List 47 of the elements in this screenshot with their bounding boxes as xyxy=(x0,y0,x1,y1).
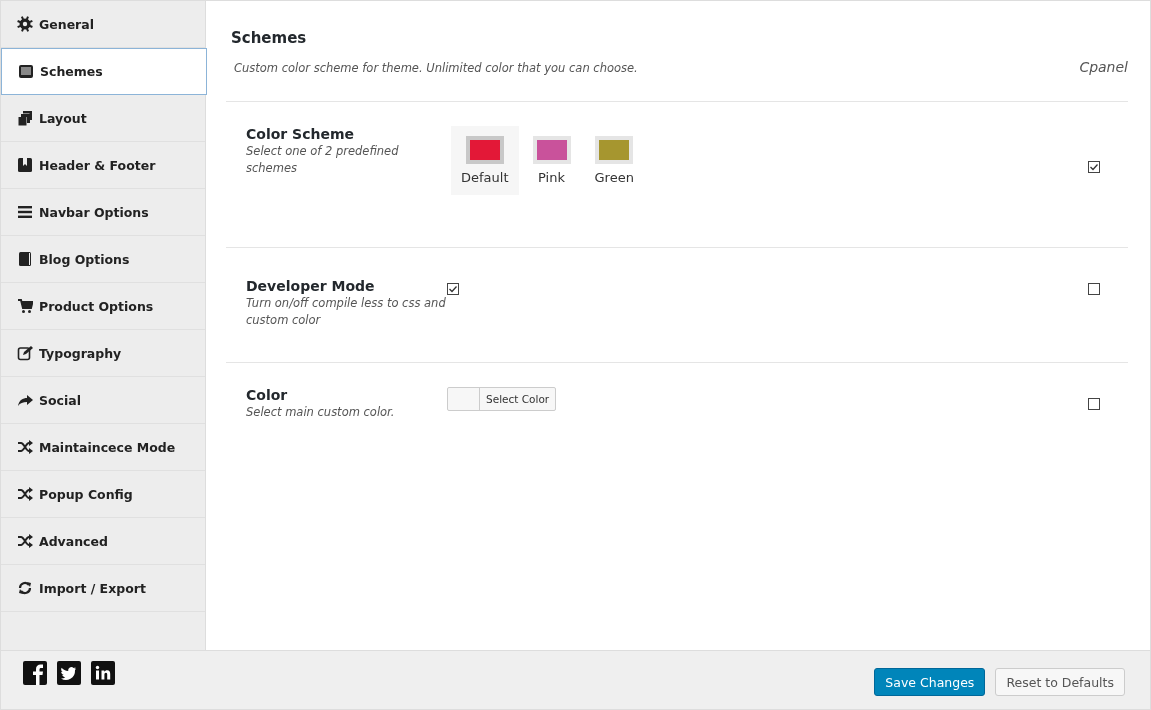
page-description: Custom color scheme for theme. Unlimited color that you can choose. xyxy=(234,61,638,75)
bookmark-icon xyxy=(17,157,33,173)
sidebar-item[interactable]: Typography xyxy=(1,330,205,377)
monitor-icon xyxy=(18,63,34,80)
cpanel-checkbox[interactable] xyxy=(1088,398,1100,410)
reset-button[interactable]: Reset to Defaults xyxy=(995,668,1125,696)
sidebar-item[interactable]: Header & Footer xyxy=(1,142,205,189)
color-scheme-option[interactable]: Default xyxy=(451,126,519,195)
cpanel-label: Cpanel xyxy=(1079,59,1128,75)
color-scheme-option[interactable]: Green xyxy=(584,126,644,195)
setting-description: Select one of 2 predefined schemes xyxy=(246,143,400,177)
bars-icon xyxy=(17,204,33,220)
setting-title: Developer Mode xyxy=(246,278,376,294)
sidebar-item[interactable]: Import / Export xyxy=(1,565,205,612)
setting-title: Color xyxy=(246,387,289,403)
cpanel-checkbox[interactable] xyxy=(1088,283,1100,295)
edit-icon xyxy=(17,345,33,361)
sidebar-item[interactable]: Schemes xyxy=(1,48,207,95)
sidebar-item[interactable]: Product Options xyxy=(1,283,205,330)
setting-description: Turn on/off compile less to css and custom color xyxy=(246,295,447,329)
settings-icon xyxy=(17,16,33,32)
cart-icon xyxy=(17,298,33,314)
sidebar-item[interactable]: Maintaincece Mode xyxy=(1,424,205,471)
share-icon xyxy=(17,392,33,408)
refresh-icon xyxy=(17,580,33,596)
sidebar-item[interactable]: Popup Config xyxy=(1,471,205,518)
twitter-icon[interactable] xyxy=(57,661,81,685)
sidebar-item[interactable]: Navbar Options xyxy=(1,189,205,236)
layers-icon xyxy=(17,110,33,126)
shuffle-icon xyxy=(17,486,33,502)
page-title: Schemes xyxy=(231,29,308,47)
shuffle-icon xyxy=(17,533,33,549)
sidebar-item[interactable]: Advanced xyxy=(1,518,205,565)
sidebar-item[interactable]: Layout xyxy=(1,95,205,142)
color-picker-button[interactable]: Select Color xyxy=(447,387,557,411)
checkbox[interactable] xyxy=(447,283,459,295)
facebook-icon[interactable] xyxy=(23,661,47,685)
linkedin-icon[interactable] xyxy=(91,661,115,685)
sidebar-item[interactable]: Blog Options xyxy=(1,236,205,283)
shuffle-icon xyxy=(17,439,33,455)
sidebar-item[interactable]: Social xyxy=(1,377,205,424)
save-button[interactable]: Save Changes xyxy=(874,668,986,696)
cpanel-checkbox[interactable] xyxy=(1088,161,1100,173)
setting-title: Color Scheme xyxy=(246,126,355,142)
setting-description: Select main custom color. xyxy=(246,404,396,421)
book-icon xyxy=(17,251,33,267)
color-scheme-option[interactable]: Pink xyxy=(522,126,581,195)
